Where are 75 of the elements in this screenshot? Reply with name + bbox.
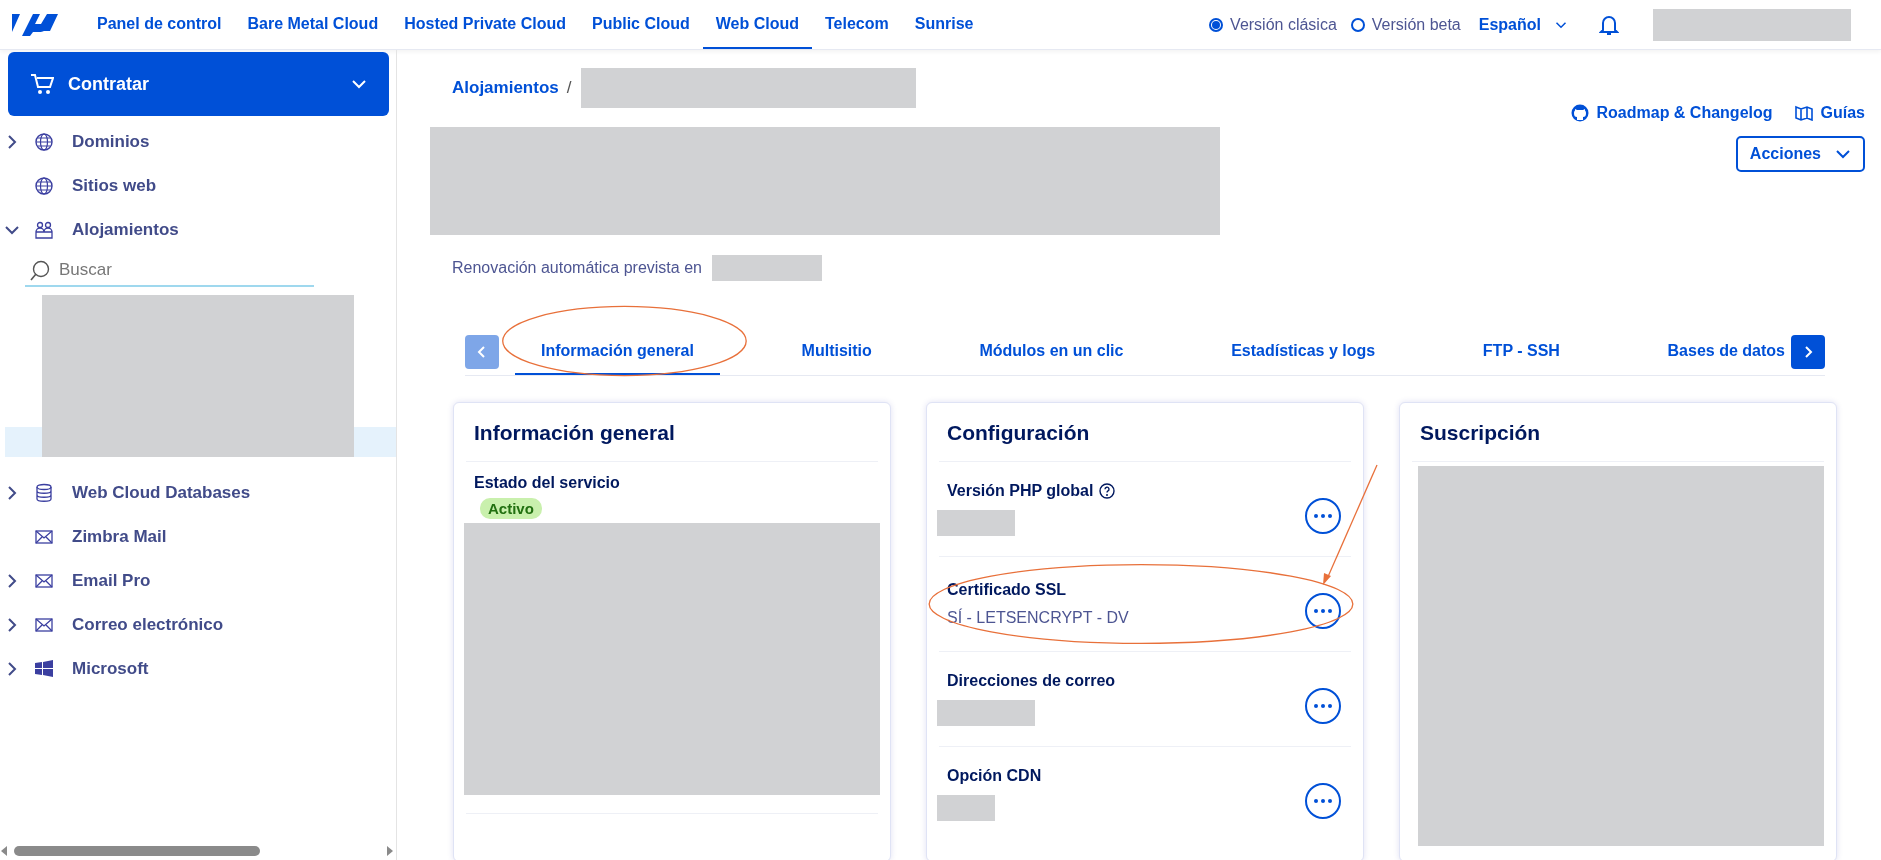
search-field[interactable]: Buscar — [25, 254, 314, 287]
radio-button[interactable] — [1350, 17, 1365, 32]
field-label: Certificado SSL — [947, 581, 1067, 599]
database-icon — [34, 483, 54, 503]
more-icon — [1314, 799, 1332, 803]
radio-button[interactable] — [1209, 17, 1224, 32]
sidebar-item[interactable]: Sitios web — [72, 176, 157, 196]
nav-tab[interactable]: Sunrise — [901, 0, 987, 49]
sidebar-item[interactable]: Dominios — [72, 132, 150, 152]
row-highlight — [5, 427, 42, 457]
language-dropdown[interactable]: Español — [1478, 15, 1567, 34]
card-title: Suscripción — [1412, 403, 1824, 462]
help-link[interactable]: Guías — [1794, 104, 1865, 122]
chevron-down-icon — [351, 79, 367, 89]
search-icon — [29, 259, 51, 282]
sidebar-item[interactable]: Web Cloud Databases — [72, 483, 251, 503]
renewal-text: Renovación automática prevista en — [452, 259, 702, 277]
radio-label[interactable]: Versión clásica — [1230, 15, 1337, 34]
sidebar-item[interactable]: Zimbra Mail — [72, 527, 167, 547]
tab[interactable]: FTP - SSH — [1456, 329, 1586, 375]
windows-icon — [34, 659, 54, 679]
breadcrumb-link[interactable]: Alojamientos — [430, 78, 559, 98]
book-icon — [1794, 105, 1813, 121]
cart-icon — [30, 73, 54, 95]
more-options-button[interactable] — [1305, 498, 1341, 534]
globe-icon — [34, 132, 54, 152]
tab[interactable]: Multisitio — [775, 329, 898, 375]
more-icon — [1314, 514, 1332, 518]
tab[interactable]: Estadísticas y logs — [1205, 329, 1402, 375]
globe-icon — [34, 176, 54, 196]
envelope-icon — [34, 615, 54, 635]
bell-icon — [1599, 13, 1619, 36]
nav-tab[interactable]: Telecom — [812, 0, 902, 49]
nav-tab[interactable]: Panel de control — [84, 0, 235, 49]
nav-tab[interactable]: Hosted Private Cloud — [391, 0, 579, 49]
chevron-right-icon — [1803, 345, 1813, 359]
nav-tab[interactable]: Public Cloud — [578, 0, 703, 49]
scroll-left-icon — [0, 846, 8, 856]
scroll-right-icon — [386, 846, 394, 856]
help-link[interactable]: Roadmap & Changelog — [1570, 104, 1773, 122]
people-icon — [34, 220, 54, 240]
order-button[interactable]: Contratar — [8, 52, 389, 116]
field-label: Versión PHP global — [947, 482, 1094, 500]
caret-icon — [1835, 149, 1851, 159]
field-label: Estado del servicio — [474, 474, 621, 492]
tab[interactable]: Módulos en un clic — [953, 329, 1150, 375]
nav-tab[interactable]: Web Cloud — [702, 0, 812, 49]
field-label: Opción CDN — [947, 767, 1042, 785]
sidebar-item[interactable]: Email Pro — [72, 571, 151, 591]
envelope-icon — [34, 571, 54, 591]
envelope-icon — [34, 527, 54, 547]
github-icon — [1570, 104, 1589, 122]
sidebar-item[interactable]: Correo electrónico — [72, 615, 224, 635]
more-icon — [1314, 609, 1332, 613]
field-label: Direcciones de correo — [947, 672, 1116, 690]
redacted-block — [937, 795, 995, 821]
chevron-left-icon — [477, 345, 487, 359]
more-options-button[interactable] — [1305, 593, 1341, 629]
more-options-button[interactable] — [1305, 688, 1341, 724]
nav-tab[interactable]: Bare Metal Cloud — [234, 0, 392, 49]
sidebar-item[interactable]: Microsoft — [72, 659, 149, 679]
sidebar-item[interactable]: Alojamientos — [72, 220, 179, 240]
status-badge: Activo — [480, 498, 542, 519]
more-icon — [1314, 704, 1332, 708]
tab[interactable]: Bases de datos — [1641, 329, 1789, 375]
breadcrumb-separator: / — [566, 78, 572, 98]
more-options-button[interactable] — [1305, 783, 1341, 819]
row-highlight — [354, 427, 396, 457]
card-title: Configuración — [939, 403, 1351, 462]
radio-label[interactable]: Versión beta — [1371, 15, 1461, 34]
field-value: SÍ - LETSENCRYPT - DV — [947, 609, 1130, 627]
actions-button[interactable]: Acciones — [1735, 136, 1865, 172]
scrollbar-thumb[interactable] — [14, 846, 260, 856]
card-title: Información general — [466, 403, 878, 462]
scroll-right-button[interactable] — [1791, 335, 1825, 369]
